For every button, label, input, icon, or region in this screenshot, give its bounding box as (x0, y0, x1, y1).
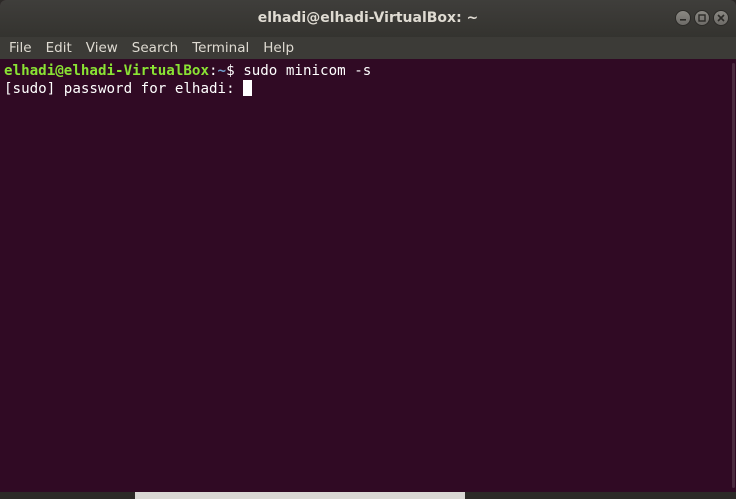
scrollbar-thumb[interactable] (732, 63, 735, 488)
window-title: elhadi@elhadi-VirtualBox: ~ (257, 10, 479, 26)
title-bar[interactable]: elhadi@elhadi-VirtualBox: ~ (0, 0, 736, 37)
menu-file[interactable]: File (0, 37, 38, 59)
terminal-window: elhadi@elhadi-VirtualBox: ~ File Edit Vi… (0, 0, 736, 492)
terminal-output[interactable]: elhadi@elhadi-VirtualBox:~$ sudo minicom… (0, 59, 736, 492)
minimize-icon (680, 19, 686, 21)
menu-edit[interactable]: Edit (38, 37, 78, 59)
maximize-icon (698, 14, 706, 22)
menu-search[interactable]: Search (124, 37, 184, 59)
text-cursor (243, 80, 253, 96)
menu-terminal[interactable]: Terminal (184, 37, 255, 59)
prompt-path: ~ (217, 63, 227, 79)
command-text: sudo minicom -s (243, 63, 372, 79)
close-icon (717, 14, 725, 22)
background-window-edge (0, 492, 736, 499)
prompt-separator: : (209, 63, 218, 79)
scrollbar[interactable] (730, 59, 736, 492)
prompt-user: elhadi@elhadi-VirtualBox (4, 63, 209, 79)
prompt-dollar: $ (226, 63, 244, 79)
maximize-button[interactable] (694, 10, 710, 26)
close-button[interactable] (713, 10, 729, 26)
menu-bar: File Edit View Search Terminal Help (0, 37, 736, 59)
menu-help[interactable]: Help (255, 37, 300, 59)
password-prompt: [sudo] password for elhadi: (4, 81, 244, 97)
background-window-strip (135, 492, 465, 499)
minimize-button[interactable] (675, 10, 691, 26)
window-controls (675, 10, 729, 26)
menu-view[interactable]: View (78, 37, 124, 59)
